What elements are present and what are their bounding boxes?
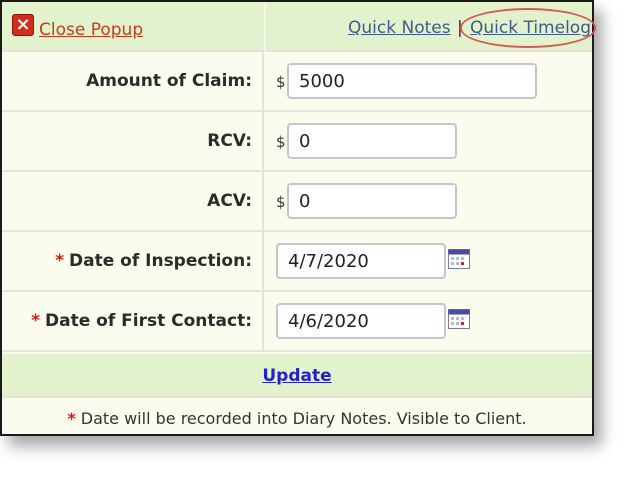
rcv-input[interactable]: [287, 123, 457, 159]
quick-timelog-link[interactable]: Quick Timelog: [470, 18, 591, 38]
rcv-label: RCV:: [207, 131, 252, 151]
label-cell: Amount of Claim:: [2, 52, 264, 110]
date-of-inspection-input[interactable]: [276, 243, 446, 279]
date-of-inspection-label: * Date of Inspection:: [55, 251, 252, 271]
claim-popup: × Close Popup Quick Notes | Quick Timelo…: [0, 0, 596, 436]
required-marker: *: [55, 251, 64, 271]
label-cell: ACV:: [2, 172, 264, 230]
label-cell: * Date of First Contact:: [2, 292, 264, 350]
link-separator: |: [457, 18, 463, 38]
label-text: Date of First Contact:: [45, 311, 252, 331]
currency-symbol: $: [276, 73, 286, 91]
amount-of-claim-label: Amount of Claim:: [86, 71, 252, 91]
field-row-date-of-first-contact: * Date of First Contact:: [2, 292, 592, 352]
quick-notes-link[interactable]: Quick Notes: [348, 18, 451, 38]
update-row: Update: [2, 354, 592, 398]
field-row-amount-of-claim: Amount of Claim: $: [2, 52, 592, 112]
footnote-text: Date will be recorded into Diary Notes. …: [80, 409, 527, 428]
footnote: * Date will be recorded into Diary Notes.…: [2, 409, 592, 428]
update-link[interactable]: Update: [2, 366, 592, 386]
calendar-icon[interactable]: [448, 309, 470, 329]
acv-label: ACV:: [207, 191, 252, 211]
label-cell: * Date of Inspection:: [2, 232, 264, 290]
label-cell: RCV:: [2, 112, 264, 170]
calendar-icon[interactable]: [448, 249, 470, 269]
header-left-cell: × Close Popup: [2, 2, 266, 52]
footnote-row: * Date will be recorded into Diary Notes.…: [2, 398, 592, 434]
amount-of-claim-input[interactable]: [287, 63, 537, 99]
field-row-date-of-inspection: * Date of Inspection:: [2, 232, 592, 292]
acv-input[interactable]: [287, 183, 457, 219]
close-icon[interactable]: ×: [12, 14, 34, 36]
date-of-first-contact-input[interactable]: [276, 303, 446, 339]
field-row-rcv: RCV: $: [2, 112, 592, 172]
required-marker: *: [31, 311, 40, 331]
popup-header: × Close Popup Quick Notes | Quick Timelo…: [2, 2, 596, 52]
close-popup-link[interactable]: Close Popup: [39, 20, 143, 40]
field-row-acv: ACV: $: [2, 172, 592, 232]
currency-symbol: $: [276, 133, 286, 151]
date-of-first-contact-label: * Date of First Contact:: [31, 311, 252, 331]
label-text: Date of Inspection:: [68, 251, 252, 271]
required-marker: *: [67, 409, 76, 428]
currency-symbol: $: [276, 193, 286, 211]
